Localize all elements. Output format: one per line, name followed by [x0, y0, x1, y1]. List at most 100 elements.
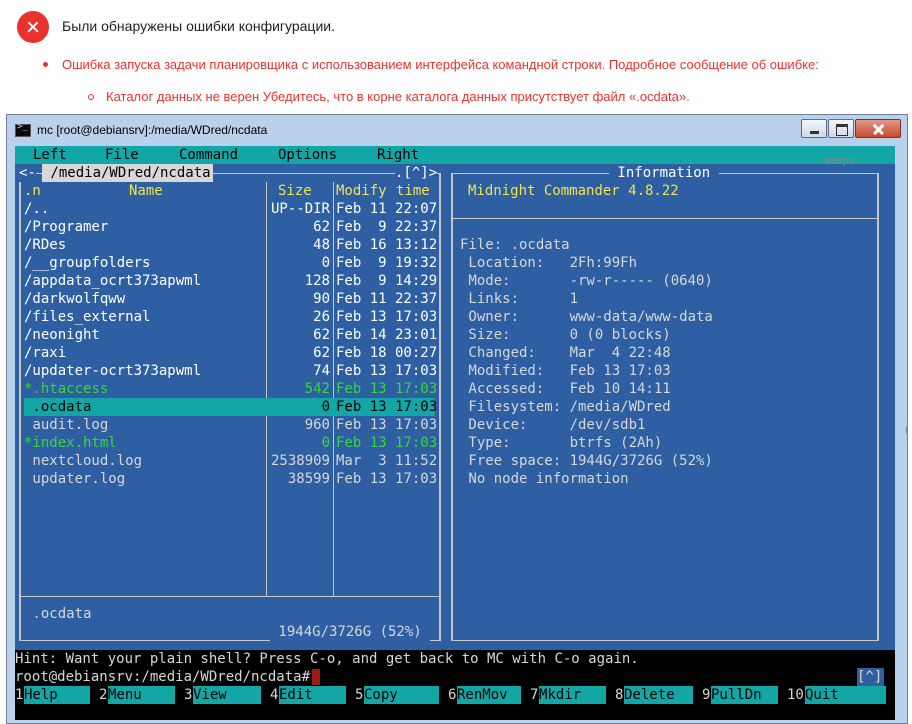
right-frame-left	[451, 173, 453, 641]
right-info-divider	[451, 218, 879, 219]
fkey-number: 4	[270, 687, 279, 703]
info-line: Changed: Mar 4 22:48	[460, 345, 671, 361]
info-line: Type: btrfs (2Ah)	[460, 435, 663, 451]
free-space-indicator: 1944G/3726G (52%)	[270, 623, 431, 641]
info-line: Free space: 1944G/3726G (52%)	[460, 453, 713, 469]
file-size: 26	[313, 309, 330, 325]
fkey-edit-button[interactable]: Edit	[279, 686, 346, 704]
file-name[interactable]: .ocdata	[24, 398, 265, 416]
menu-command[interactable]: Command	[179, 146, 238, 164]
info-line: Owner: www-data/www-data	[460, 309, 713, 325]
fkey-number: 3	[184, 687, 193, 703]
fkey-menu-button[interactable]: Menu	[108, 686, 175, 704]
file-size: 128	[304, 273, 330, 289]
file-name[interactable]: audit.log	[24, 416, 265, 434]
file-name[interactable]: *index.html	[24, 434, 265, 452]
info-line: Location: 2Fh:99Fh	[460, 255, 638, 271]
file-name[interactable]: /files_external	[24, 308, 265, 326]
file-name[interactable]: nextcloud.log	[24, 452, 265, 470]
file-date: Feb 13 17:03	[336, 417, 438, 433]
info-line: Links: 1	[460, 291, 579, 307]
file-name[interactable]: *.htaccess	[24, 380, 265, 398]
fkey-pulldn-button[interactable]: PullDn	[711, 686, 778, 704]
info-line: No node information	[460, 471, 629, 487]
terminal[interactable]: Left File Command Options Right <- /medi…	[15, 146, 895, 720]
file-name[interactable]: /__groupfolders	[24, 254, 265, 272]
file-size: 74	[313, 363, 330, 379]
fkey-number: 7	[530, 687, 539, 703]
mc-version: Midnight Commander 4.8.22	[468, 183, 679, 199]
function-key-bar: 1 Help 2 Menu 3 View 4 Edit 5 Copy 6 RenMov 7 Mkdir 8 D…	[15, 686, 895, 704]
info-line: Mode: -rw-r----- (0640)	[460, 273, 713, 289]
left-status-divider	[19, 596, 441, 597]
column-modify-header[interactable]: Modify	[336, 182, 387, 200]
bullet-circle-icon	[88, 94, 94, 100]
side-edge-text: t	[905, 425, 909, 437]
file-date: Feb 13 17:03	[336, 309, 438, 325]
file-date: Feb 11 22:37	[336, 291, 438, 307]
file-date: Feb 13 17:03	[336, 471, 438, 487]
file-size: 90	[313, 291, 330, 307]
close-window-button[interactable]	[855, 119, 901, 138]
left-frame-left	[19, 173, 21, 641]
fkey-delete-button[interactable]: Delete	[624, 686, 693, 704]
file-name[interactable]: /raxi	[24, 344, 265, 362]
subshell-corner[interactable]: [^]	[857, 668, 884, 686]
file-size: 48	[313, 237, 330, 253]
maximize-button[interactable]	[828, 119, 854, 138]
file-size: 542	[304, 381, 330, 397]
menu-left[interactable]: Left	[33, 146, 67, 164]
side-scroll-label: вверх	[825, 155, 855, 167]
left-corner-history[interactable]: .[^]>	[395, 164, 438, 182]
file-name[interactable]: /updater-ocrt373apwml	[24, 362, 265, 380]
left-corner-arrow[interactable]: <-	[19, 164, 36, 182]
fkey-copy-button[interactable]: Copy	[364, 686, 439, 704]
file-date: Feb 9 22:37	[336, 219, 438, 235]
file-name[interactable]: /Programer	[24, 218, 265, 236]
file-size: 62	[313, 219, 330, 235]
file-size: 0	[321, 255, 330, 271]
right-frame-bottom	[451, 640, 879, 641]
file-size: 960	[304, 417, 330, 433]
fkey-help-button[interactable]: Help	[24, 686, 90, 704]
error-title: Были обнаружены ошибки конфигурации.	[62, 18, 335, 34]
file-name[interactable]: /..	[24, 200, 265, 218]
file-name[interactable]: updater.log	[24, 470, 265, 488]
menu-options[interactable]: Options	[278, 146, 337, 164]
mini-status: .ocdata	[24, 606, 92, 622]
column-size-header[interactable]: Size	[278, 182, 312, 200]
file-size: 2538909	[270, 453, 330, 469]
info-panel-title: Information	[609, 164, 719, 182]
file-name[interactable]: /darkwolfqww	[24, 290, 265, 308]
file-name[interactable]: /neonight	[24, 326, 265, 344]
menu-right[interactable]: Right	[377, 146, 419, 164]
fkey-number: 9	[702, 687, 711, 703]
file-date: Feb 13 17:03	[336, 363, 438, 379]
file-name[interactable]: /RDes	[24, 236, 265, 254]
shell-prompt[interactable]: root@debiansrv:/media/WDred/ncdata#	[15, 668, 310, 686]
fkey-renmov-button[interactable]: RenMov	[457, 686, 521, 704]
column-name-header[interactable]: Name	[129, 182, 163, 200]
info-line: File: .ocdata	[460, 237, 570, 253]
date-column-divider	[333, 182, 334, 596]
file-date: Feb 13 17:03	[336, 399, 438, 415]
minimize-button[interactable]	[801, 119, 827, 138]
file-date: Feb 9 14:29	[336, 273, 438, 289]
fkey-number: 1	[15, 687, 24, 703]
sort-indicator[interactable]: .n	[24, 182, 41, 200]
file-name[interactable]: /appdata_ocrt373apwml	[24, 272, 265, 290]
fkey-view-button[interactable]: View	[193, 686, 261, 704]
file-date: Feb 14 23:01	[336, 327, 438, 343]
window-titlebar[interactable]: mc [root@debiansrv]:/media/WDred/ncdata	[7, 115, 907, 145]
current-path[interactable]: /media/WDred/ncdata	[42, 164, 213, 182]
fkey-number: 8	[615, 687, 624, 703]
error-item: Ошибка запуска задачи планировщика с исп…	[62, 57, 819, 72]
info-line: Device: /dev/sdb1	[460, 417, 646, 433]
file-size: UP--DIR	[270, 201, 330, 217]
file-size: 62	[313, 327, 330, 343]
menu-file[interactable]: File	[105, 146, 139, 164]
column-time-header[interactable]: time	[396, 182, 430, 200]
fkey-quit-button[interactable]: Quit	[805, 686, 886, 704]
fkey-mkdir-button[interactable]: Mkdir	[539, 686, 606, 704]
file-date: Feb 18 00:27	[336, 345, 438, 361]
